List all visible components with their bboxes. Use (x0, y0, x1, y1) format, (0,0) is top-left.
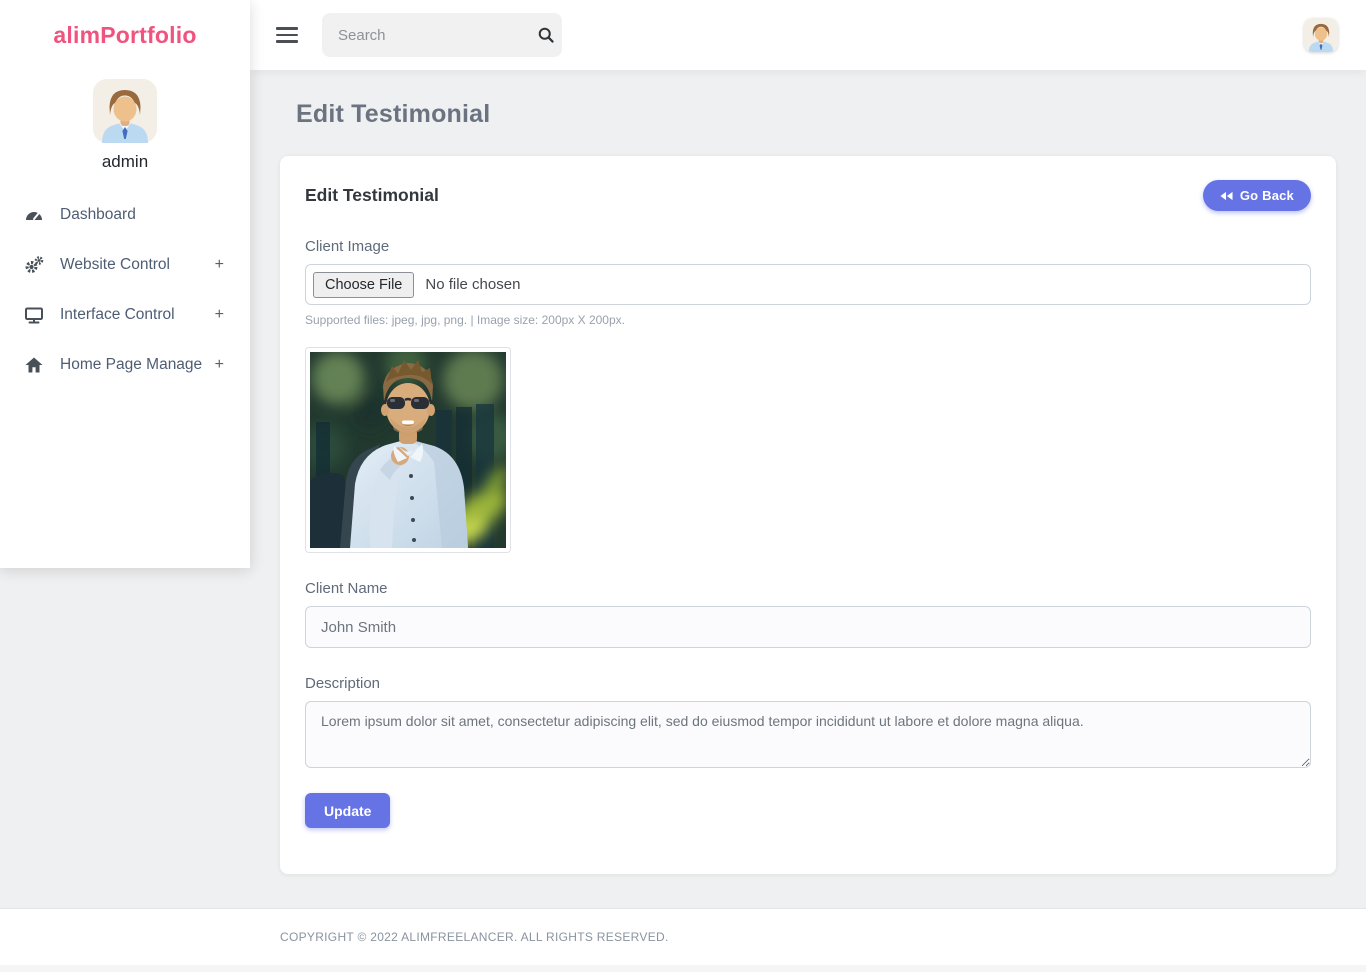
sidebar: alimPortfolio admin Dashboard Website Co… (0, 0, 250, 568)
client-photo (310, 352, 506, 548)
tachometer-icon (24, 205, 46, 225)
admin-username: admin (101, 152, 149, 171)
expand-plus-icon: + (214, 356, 224, 373)
search-box (322, 13, 562, 57)
edit-testimonial-card: Edit Testimonial Go Back Client Image Ch… (280, 156, 1336, 874)
description-label: Description (305, 675, 381, 692)
home-icon (24, 355, 46, 375)
description-textarea[interactable]: Lorem ipsum dolor sit amet, consectetur … (305, 701, 1311, 768)
bottom-scroll-strip (0, 965, 1366, 972)
go-back-button[interactable]: Go Back (1202, 180, 1311, 211)
rewind-icon (1220, 191, 1233, 200)
user-avatar[interactable] (1304, 18, 1338, 52)
person-avatar-icon (93, 79, 157, 143)
desktop-icon (24, 305, 46, 325)
update-button[interactable]: Update (305, 793, 391, 828)
choose-file-button[interactable]: Choose File (313, 271, 415, 298)
file-help-text: Supported files: jpeg, jpg, png. | Image… (305, 313, 625, 327)
expand-plus-icon: + (214, 306, 224, 323)
search-icon[interactable] (537, 26, 555, 44)
card-title: Edit Testimonial (305, 185, 439, 205)
expand-plus-icon: + (214, 256, 224, 273)
sidebar-nav: Dashboard Website Control + Interface Co… (0, 190, 250, 390)
client-name-label: Client Name (305, 580, 388, 597)
sidebar-item-label: Home Page Manage (60, 356, 203, 373)
copyright-text: COPYRIGHT © 2022 ALIMFREELANCER. ALL RIG… (280, 930, 669, 944)
sidebar-item-label: Interface Control (60, 306, 175, 323)
person-avatar-icon (1304, 18, 1338, 52)
sidebar-item-label: Website Control (60, 256, 170, 273)
client-name-input[interactable] (305, 606, 1311, 648)
cogs-icon (24, 255, 46, 275)
sidebar-item-label: Dashboard (60, 206, 136, 223)
sidebar-item-interface-control[interactable]: Interface Control + (0, 290, 250, 340)
go-back-label: Go Back (1239, 188, 1294, 203)
file-input[interactable]: Choose File No file chosen (305, 264, 1311, 305)
sidebar-item-home-page-manage[interactable]: Home Page Manage + (0, 340, 250, 390)
client-image-label: Client Image (305, 238, 390, 255)
brand-logo[interactable]: alimPortfolio (0, 22, 250, 49)
client-image-preview (305, 347, 511, 553)
page-title: Edit Testimonial (296, 100, 491, 128)
hamburger-menu-icon[interactable] (276, 27, 298, 43)
topbar (250, 0, 1366, 70)
search-input[interactable] (338, 26, 537, 44)
sidebar-item-dashboard[interactable]: Dashboard (0, 190, 250, 240)
footer: COPYRIGHT © 2022 ALIMFREELANCER. ALL RIG… (0, 908, 1366, 965)
file-status-text: No file chosen (425, 276, 521, 293)
sidebar-admin-avatar (93, 79, 157, 143)
sidebar-item-website-control[interactable]: Website Control + (0, 240, 250, 290)
card-header: Edit Testimonial Go Back (305, 180, 1311, 211)
main-content: Edit Testimonial Edit Testimonial Go Bac… (250, 70, 1366, 874)
